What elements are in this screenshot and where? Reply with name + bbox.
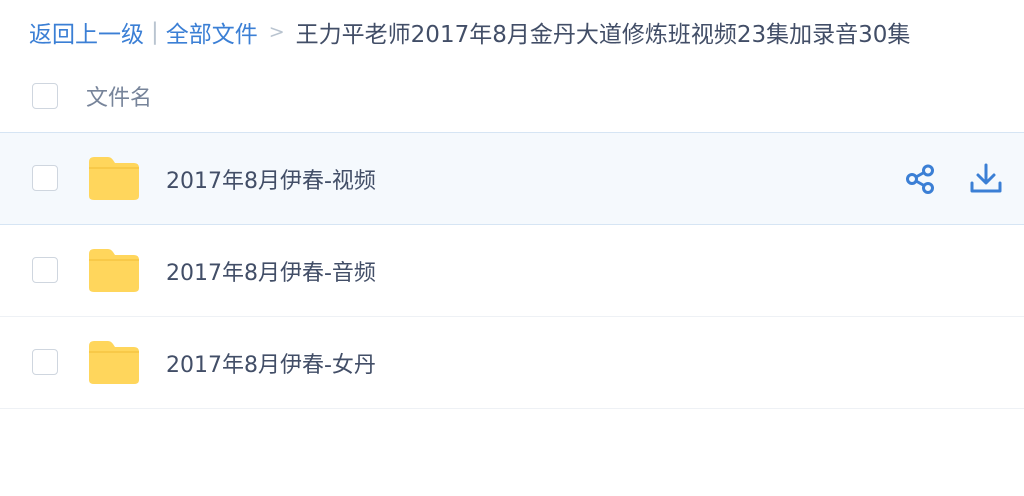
folder-icon: [89, 341, 139, 384]
row-checkbox[interactable]: [32, 257, 58, 283]
file-row[interactable]: 2017年8月伊春-女丹: [0, 317, 1024, 409]
folder-icon: [89, 157, 139, 200]
row-checkbox[interactable]: [32, 165, 58, 191]
file-name[interactable]: 2017年8月伊春-音频: [166, 255, 376, 287]
back-link[interactable]: 返回上一级: [29, 15, 144, 49]
breadcrumb-arrow: >: [268, 21, 285, 43]
all-files-link[interactable]: 全部文件: [166, 15, 258, 49]
file-list-header: 文件名: [0, 68, 1024, 124]
file-row[interactable]: 2017年8月伊春-音频: [0, 225, 1024, 317]
file-list: 2017年8月伊春-视频 2017年8月伊春-音频 2017年8月伊春-女丹: [0, 132, 1024, 409]
file-name[interactable]: 2017年8月伊春-视频: [166, 163, 376, 195]
share-icon[interactable]: [904, 162, 938, 196]
download-icon[interactable]: [969, 162, 1003, 196]
current-folder-title: 王力平老师2017年8月金丹大道修炼班视频23集加录音30集: [295, 22, 911, 48]
breadcrumb: 返回上一级 | 全部文件 > 王力平老师2017年8月金丹大道修炼班视频23集加…: [29, 14, 910, 50]
breadcrumb-divider: |: [151, 19, 159, 45]
row-checkbox[interactable]: [32, 349, 58, 375]
filename-column-header: 文件名: [86, 86, 153, 111]
file-name[interactable]: 2017年8月伊春-女丹: [166, 347, 376, 379]
select-all-checkbox[interactable]: [32, 83, 58, 109]
folder-icon: [89, 249, 139, 292]
file-row[interactable]: 2017年8月伊春-视频: [0, 132, 1024, 225]
